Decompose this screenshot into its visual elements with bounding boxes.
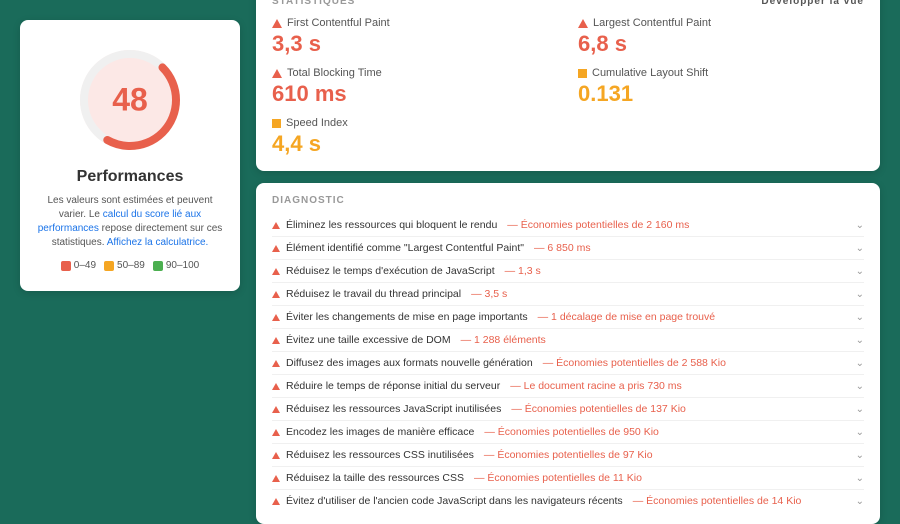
tbt-value: 610 ms bbox=[272, 81, 558, 107]
triangle-icon bbox=[272, 498, 280, 505]
legend-item-orange: 50–89 bbox=[104, 260, 145, 271]
square-icon-cls bbox=[578, 69, 587, 78]
triangle-icon-lcp bbox=[578, 19, 588, 28]
diag-item-3[interactable]: Réduisez le travail du thread principal … bbox=[272, 283, 864, 306]
chevron-icon: ⌄ bbox=[856, 266, 864, 277]
triangle-icon-tbt bbox=[272, 69, 282, 78]
chevron-icon: ⌄ bbox=[856, 335, 864, 346]
chevron-icon: ⌄ bbox=[856, 220, 864, 231]
chevron-icon: ⌄ bbox=[856, 289, 864, 300]
triangle-icon bbox=[272, 406, 280, 413]
triangle-icon bbox=[272, 360, 280, 367]
right-panels: STATISTIQUES Développer la vue First Con… bbox=[256, 0, 880, 524]
triangle-icon bbox=[272, 291, 280, 298]
score-legend: 0–49 50–89 90–100 bbox=[61, 260, 199, 271]
chevron-icon: ⌄ bbox=[856, 450, 864, 461]
diag-item-8[interactable]: Réduisez les ressources JavaScript inuti… bbox=[272, 398, 864, 421]
diagnostic-card: DIAGNOSTIC Éliminez les ressources qui b… bbox=[256, 183, 880, 524]
diag-item-1[interactable]: Élément identifié comme "Largest Content… bbox=[272, 237, 864, 260]
chevron-icon: ⌄ bbox=[856, 243, 864, 254]
diag-item-0[interactable]: Éliminez les ressources qui bloquent le … bbox=[272, 214, 864, 237]
diagnostic-header: DIAGNOSTIC bbox=[272, 195, 864, 206]
triangle-icon-fcp bbox=[272, 19, 282, 28]
diag-item-12[interactable]: Évitez d'utiliser de l'ancien code JavaS… bbox=[272, 490, 864, 512]
triangle-icon bbox=[272, 383, 280, 390]
perf-description: Les valeurs sont estimées et peuvent var… bbox=[36, 194, 224, 250]
triangle-icon bbox=[272, 268, 280, 275]
stat-si: Speed Index 4,4 s bbox=[272, 117, 558, 157]
stats-grid: First Contentful Paint 3,3 s Largest Con… bbox=[272, 17, 864, 157]
triangle-icon bbox=[272, 222, 280, 229]
legend-item-red: 0–49 bbox=[61, 260, 96, 271]
triangle-icon bbox=[272, 429, 280, 436]
score-number: 48 bbox=[112, 82, 148, 119]
diag-item-11[interactable]: Réduisez la taille des ressources CSS — … bbox=[272, 467, 864, 490]
triangle-icon bbox=[272, 452, 280, 459]
stats-header: STATISTIQUES Développer la vue bbox=[272, 0, 864, 7]
diagnostic-list: Éliminez les ressources qui bloquent le … bbox=[272, 214, 864, 512]
legend-dot-orange bbox=[104, 261, 114, 271]
triangle-icon bbox=[272, 314, 280, 321]
perf-title: Performances bbox=[77, 168, 184, 186]
chevron-icon: ⌄ bbox=[856, 473, 864, 484]
diag-item-2[interactable]: Réduisez le temps d'exécution de JavaScr… bbox=[272, 260, 864, 283]
chevron-icon: ⌄ bbox=[856, 312, 864, 323]
legend-item-green: 90–100 bbox=[153, 260, 199, 271]
chevron-icon: ⌄ bbox=[856, 381, 864, 392]
legend-dot-red bbox=[61, 261, 71, 271]
fcp-value: 3,3 s bbox=[272, 31, 558, 57]
chevron-icon: ⌄ bbox=[856, 358, 864, 369]
stat-tbt: Total Blocking Time 610 ms bbox=[272, 67, 558, 107]
triangle-icon bbox=[272, 245, 280, 252]
diag-item-7[interactable]: Réduire le temps de réponse initial du s… bbox=[272, 375, 864, 398]
stat-fcp: First Contentful Paint 3,3 s bbox=[272, 17, 558, 57]
calculator-link[interactable]: Affichez la calculatrice. bbox=[107, 237, 209, 248]
chevron-icon: ⌄ bbox=[856, 427, 864, 438]
triangle-icon bbox=[272, 337, 280, 344]
square-icon-si bbox=[272, 119, 281, 128]
gauge: 48 bbox=[70, 40, 190, 160]
expand-button[interactable]: Développer la vue bbox=[761, 0, 864, 7]
diag-item-9[interactable]: Encodez les images de manière efficace —… bbox=[272, 421, 864, 444]
lcp-value: 6,8 s bbox=[578, 31, 864, 57]
diag-item-6[interactable]: Diffusez des images aux formats nouvelle… bbox=[272, 352, 864, 375]
stat-lcp: Largest Contentful Paint 6,8 s bbox=[578, 17, 864, 57]
triangle-icon bbox=[272, 475, 280, 482]
si-value: 4,4 s bbox=[272, 131, 558, 157]
diag-item-4[interactable]: Éviter les changements de mise en page i… bbox=[272, 306, 864, 329]
chevron-icon: ⌄ bbox=[856, 496, 864, 507]
cls-value: 0.131 bbox=[578, 81, 864, 107]
stats-card: STATISTIQUES Développer la vue First Con… bbox=[256, 0, 880, 171]
diag-item-5[interactable]: Évitez une taille excessive de DOM — 1 2… bbox=[272, 329, 864, 352]
diag-item-10[interactable]: Réduisez les ressources CSS inutilisées … bbox=[272, 444, 864, 467]
chevron-icon: ⌄ bbox=[856, 404, 864, 415]
legend-dot-green bbox=[153, 261, 163, 271]
stat-cls: Cumulative Layout Shift 0.131 bbox=[578, 67, 864, 107]
performance-card: 48 Performances Les valeurs sont estimée… bbox=[20, 20, 240, 291]
